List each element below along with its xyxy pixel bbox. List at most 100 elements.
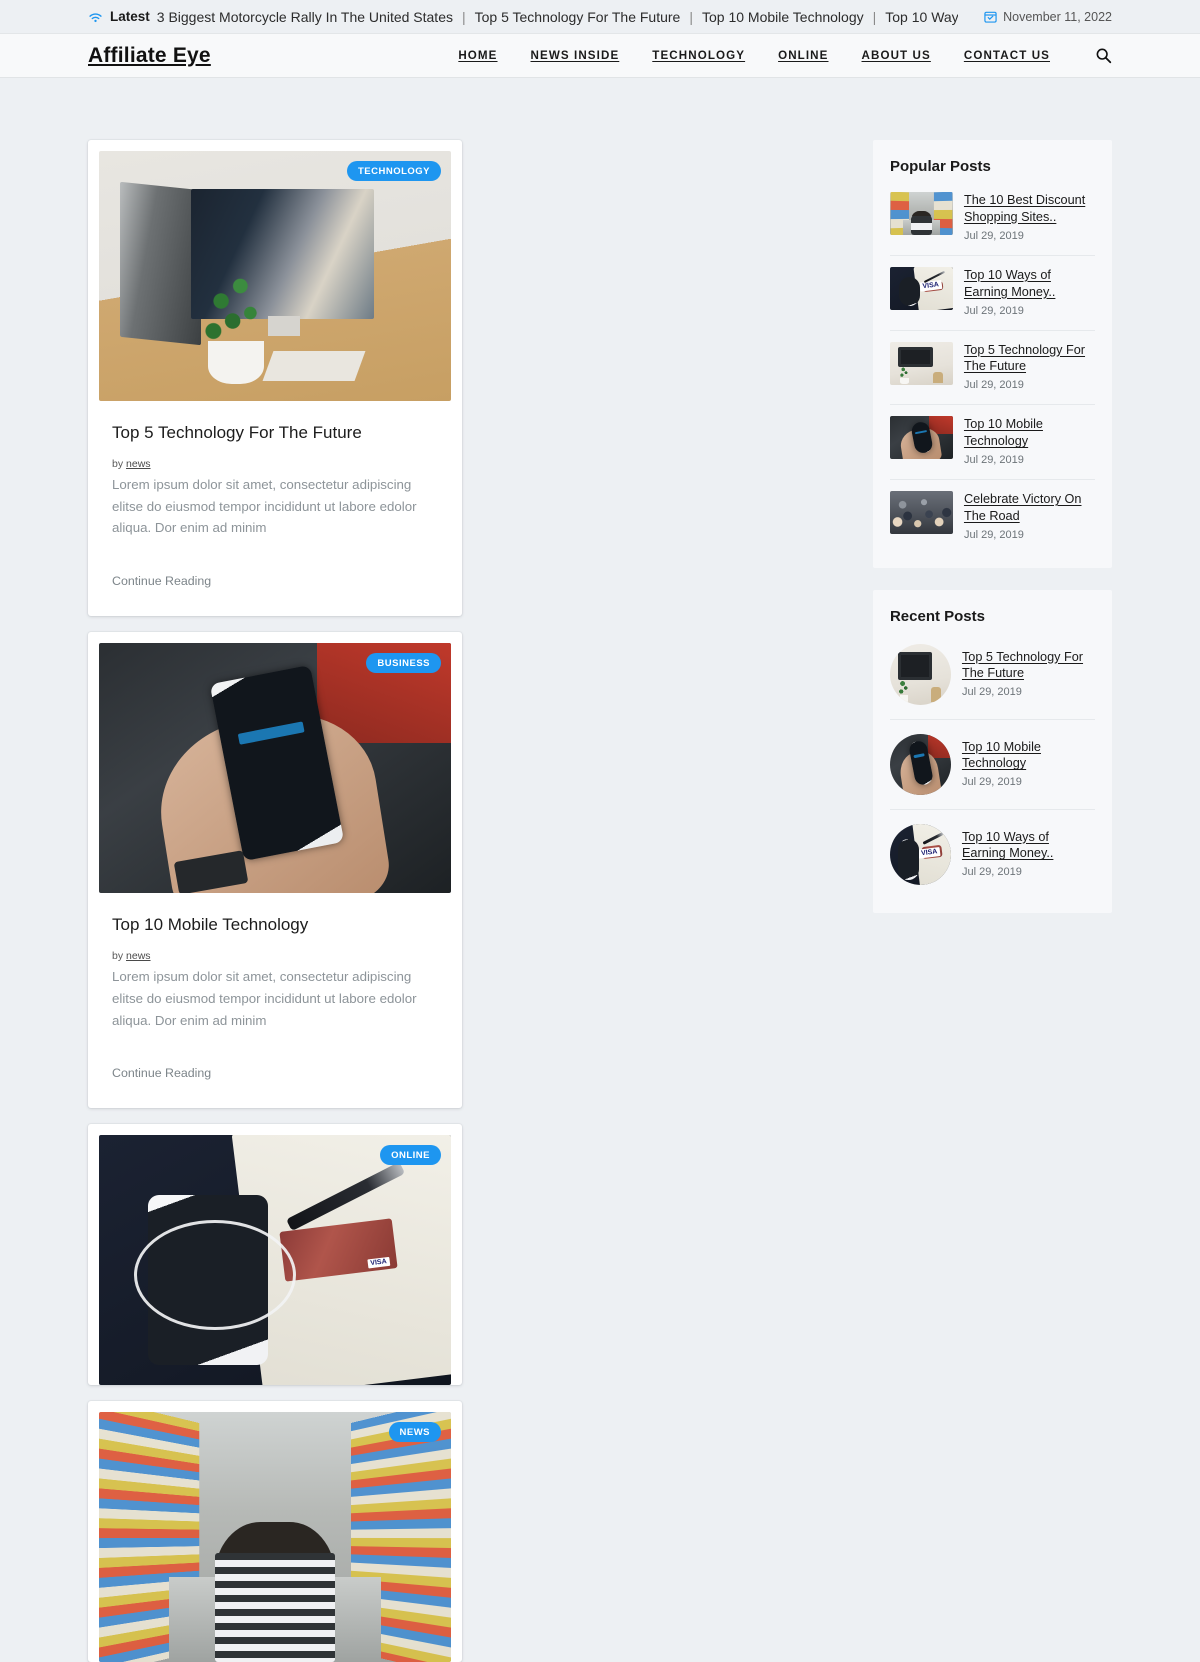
list-item-meta: Top 10 Ways of Earning Money.. Jul 29, 2… — [962, 829, 1095, 881]
recent-post-title[interactable]: Top 5 Technology For The Future — [962, 649, 1095, 683]
post-card[interactable]: ONLINE — [88, 1124, 462, 1386]
popular-post-title[interactable]: The 10 Best Discount Shopping Sites.. — [964, 192, 1095, 226]
popular-posts-list: The 10 Best Discount Shopping Sites.. Ju… — [889, 192, 1095, 554]
category-badge[interactable]: TECHNOLOGY — [346, 161, 441, 181]
nav-item-contact-us[interactable]: CONTACT US — [964, 49, 1050, 62]
nav-item-about-us[interactable]: ABOUT US — [862, 49, 931, 62]
post-excerpt: Lorem ipsum dolor sit amet, consectetur … — [112, 477, 417, 536]
ticker-item[interactable]: 3 Biggest Motorcycle Rally In The United… — [157, 9, 453, 25]
post-author-link[interactable]: news — [126, 950, 151, 962]
list-item-meta: Celebrate Victory On The Road Jul 29, 20… — [964, 491, 1095, 543]
post-byline: by news — [112, 458, 438, 470]
post-thumbnail[interactable] — [889, 643, 951, 705]
main-navigation: HOME NEWS INSIDE TECHNOLOGY ONLINE ABOUT… — [458, 47, 1112, 65]
wifi-icon — [88, 11, 103, 24]
post-author-link[interactable]: news — [126, 458, 151, 470]
by-prefix: by — [112, 950, 124, 963]
popular-post-date: Jul 29, 2019 — [963, 454, 1024, 467]
recent-post-title[interactable]: Top 10 Mobile Technology — [962, 739, 1095, 773]
nav-item-technology[interactable]: TECHNOLOGY — [652, 49, 745, 62]
site-logo[interactable]: Affiliate Eye — [88, 44, 211, 68]
post-thumbnail[interactable] — [889, 491, 953, 535]
ticker-item[interactable]: Top 5 Technology For The Future — [475, 9, 681, 25]
list-item[interactable]: Top 5 Technology For The Future Jul 29, … — [889, 642, 1095, 720]
popular-post-title[interactable]: Top 5 Technology For The Future — [964, 342, 1095, 376]
recent-posts-list: Top 5 Technology For The Future Jul 29, … — [889, 642, 1095, 899]
nav-item-news-inside[interactable]: NEWS INSIDE — [531, 49, 620, 62]
sidebar: Popular Posts The 10 Best Discount Shopp… — [872, 140, 1112, 913]
popular-post-date: Jul 29, 2019 — [963, 304, 1024, 317]
post-title[interactable]: Top 5 Technology For The Future — [112, 422, 438, 444]
page-body: TECHNOLOGY Top 5 Technology For The Futu… — [0, 78, 1200, 1662]
post-thumbnail[interactable] — [889, 341, 953, 385]
category-badge[interactable]: ONLINE — [380, 1145, 441, 1166]
list-item[interactable]: Top 5 Technology For The Future Jul 29, … — [889, 331, 1095, 406]
thumb-image-crowd — [889, 491, 953, 535]
post-thumbnail[interactable] — [889, 416, 953, 460]
post-thumbnail[interactable]: NEWS — [99, 1412, 451, 1662]
nav-item-home[interactable]: HOME — [458, 49, 497, 62]
post-title[interactable]: Top 10 Mobile Technology — [112, 914, 438, 936]
recent-post-date: Jul 29, 2019 — [961, 776, 1022, 789]
recent-post-title[interactable]: Top 10 Ways of Earning Money.. — [962, 829, 1095, 863]
recent-posts-widget: Recent Posts Top 5 Technology For The Fu… — [872, 589, 1112, 913]
thumb-image-phone-notebook — [889, 823, 951, 885]
site-header: Affiliate Eye HOME NEWS INSIDE TECHNOLOG… — [0, 33, 1200, 78]
category-badge[interactable]: BUSINESS — [366, 653, 441, 674]
post-thumbnail[interactable]: ONLINE — [99, 1135, 451, 1386]
thumb-image-supermarket — [889, 192, 953, 235]
thumb-image-living-room — [889, 341, 953, 385]
recent-post-date: Jul 29, 2019 — [961, 866, 1022, 879]
post-thumbnail[interactable]: BUSINESS — [99, 643, 451, 894]
current-date: November 11, 2022 — [984, 10, 1112, 24]
list-item[interactable]: Top 10 Ways of Earning Money.. Jul 29, 2… — [889, 256, 1095, 331]
post-card[interactable]: NEWS — [88, 1401, 462, 1662]
list-item[interactable]: Top 10 Mobile Technology Jul 29, 2019 — [889, 720, 1095, 810]
popular-post-title[interactable]: Top 10 Mobile Technology — [964, 416, 1095, 450]
popular-post-title[interactable]: Celebrate Victory On The Road — [964, 491, 1095, 525]
nav-item-online[interactable]: ONLINE — [778, 49, 828, 62]
list-item-meta: Top 10 Mobile Technology Jul 29, 2019 — [962, 739, 1095, 791]
post-thumbnail[interactable]: TECHNOLOGY — [99, 151, 451, 401]
ticker-item[interactable]: Top 10 Ways of Earning M — [885, 9, 958, 25]
post-thumbnail[interactable] — [889, 192, 953, 235]
post-thumbnail[interactable] — [889, 823, 951, 885]
calendar-icon — [984, 10, 997, 23]
recent-post-date: Jul 29, 2019 — [961, 686, 1022, 699]
ticker-separator: | — [689, 8, 693, 25]
popular-post-title[interactable]: Top 10 Ways of Earning Money.. — [964, 267, 1095, 301]
thumb-image-hand-phone — [889, 733, 951, 795]
latest-news-ticker: Latest 3 Biggest Motorcycle Rally In The… — [88, 9, 958, 25]
popular-posts-widget: Popular Posts The 10 Best Discount Shopp… — [872, 140, 1112, 568]
post-thumbnail[interactable] — [889, 733, 951, 795]
post-excerpt: Lorem ipsum dolor sit amet, consectetur … — [112, 969, 417, 1028]
widget-title-recent: Recent Posts — [889, 607, 985, 625]
thumb-image-hand-phone — [889, 416, 953, 460]
latest-label: Latest — [110, 9, 150, 24]
post-body: Top 5 Technology For The Future by news … — [99, 401, 451, 616]
continue-reading-link[interactable]: Continue Reading — [112, 574, 211, 588]
search-icon[interactable] — [1094, 47, 1112, 65]
popular-post-date: Jul 29, 2019 — [963, 528, 1024, 541]
widget-title-popular: Popular Posts — [889, 158, 991, 175]
post-image-phone-notebook — [99, 1135, 451, 1386]
list-item[interactable]: Top 10 Mobile Technology Jul 29, 2019 — [889, 405, 1095, 481]
list-item-meta: Top 10 Mobile Technology Jul 29, 2019 — [964, 416, 1095, 468]
by-prefix: by — [112, 458, 124, 471]
list-item[interactable]: The 10 Best Discount Shopping Sites.. Ju… — [889, 192, 1095, 256]
continue-reading-link[interactable]: Continue Reading — [112, 1066, 211, 1080]
post-card[interactable]: TECHNOLOGY Top 5 Technology For The Futu… — [88, 140, 462, 617]
list-item[interactable]: Top 10 Ways of Earning Money.. Jul 29, 2… — [889, 810, 1095, 899]
post-byline: by news — [112, 950, 438, 962]
post-grid: TECHNOLOGY Top 5 Technology For The Futu… — [88, 140, 849, 1662]
post-card[interactable]: BUSINESS Top 10 Mobile Technology by new… — [88, 632, 462, 1109]
top-announcement-bar: Latest 3 Biggest Motorcycle Rally In The… — [0, 0, 1200, 33]
thumb-image-living-room — [889, 643, 951, 705]
ticker-item[interactable]: Top 10 Mobile Technology — [702, 9, 864, 25]
category-badge[interactable]: NEWS — [388, 1422, 441, 1443]
ticker-separator: | — [872, 8, 877, 25]
list-item-meta: Top 10 Ways of Earning Money.. Jul 29, 2… — [964, 267, 1095, 319]
date-text: November 11, 2022 — [1003, 9, 1112, 24]
list-item[interactable]: Celebrate Victory On The Road Jul 29, 20… — [889, 480, 1095, 554]
post-thumbnail[interactable] — [889, 266, 953, 310]
